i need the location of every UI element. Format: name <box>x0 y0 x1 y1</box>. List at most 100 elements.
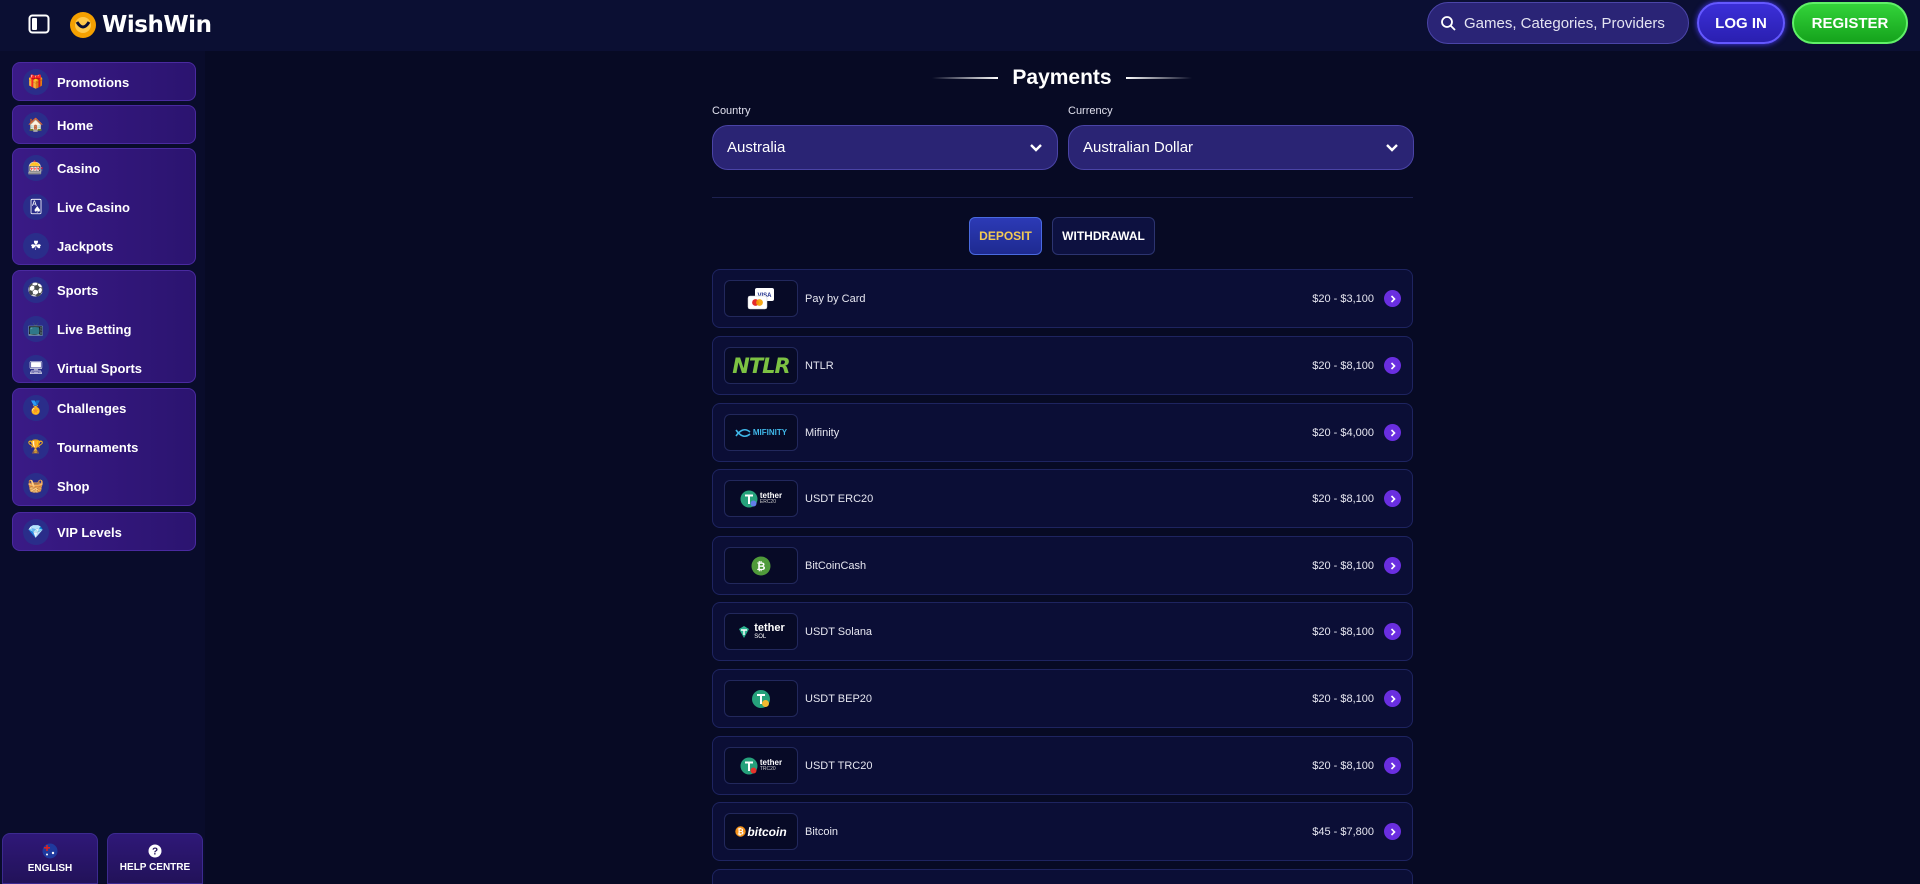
country-select[interactable]: Australia <box>712 125 1058 170</box>
nav-group-casino: 🎰 Casino 🂡 Live Casino ☘ Jackpots <box>12 148 196 265</box>
nav-group-challenges: 🏅 Challenges 🏆 Tournaments 🧺 Shop <box>12 388 196 506</box>
payment-method-name: NTLR <box>805 359 834 372</box>
nav-group-promotions: 🎁 Promotions <box>12 62 196 101</box>
payment-method-row[interactable]: ₿ bitcoin Bitcoin $45 - $7,800 <box>712 802 1413 861</box>
sidebar-toggle-icon[interactable] <box>28 14 50 34</box>
payment-method-range: $20 - $8,100 <box>1312 559 1374 572</box>
payment-method-row[interactable]: MIFINITY Mifinity $20 - $4,000 <box>712 403 1413 462</box>
payment-method-range: $20 - $3,100 <box>1312 292 1374 305</box>
payment-method-name: USDT TRC20 <box>805 759 873 772</box>
chevron-right-icon[interactable] <box>1384 623 1401 640</box>
payment-method-range: $20 - $4,000 <box>1312 426 1374 439</box>
ntlr-logo: NTLR <box>724 347 798 384</box>
sidebar-item-live-betting[interactable]: 📺 Live Betting <box>23 314 131 344</box>
tether-logo-text: tether <box>754 622 785 634</box>
sidebar-item-virtual-sports[interactable]: 🖥 Virtual Sports <box>23 353 142 383</box>
monitor-icon: 🖥 <box>23 355 49 381</box>
tether-icon <box>740 490 758 507</box>
tether-logo-sub: ERC20 <box>759 499 776 505</box>
help-icon: ? <box>148 844 162 858</box>
payment-method-name: USDT ERC20 <box>805 492 874 505</box>
nav-group-sports: ⚽ Sports 📺 Live Betting 🖥 Virtual Sports <box>12 270 196 383</box>
help-centre-button[interactable]: ? HELP CENTRE <box>107 833 203 884</box>
live-icon: 📺 <box>23 316 49 342</box>
sidebar-item-home[interactable]: 🏠 Home <box>23 110 93 140</box>
payment-method-row[interactable]: NTLR NTLR $20 - $8,100 <box>712 336 1413 395</box>
payment-method-row[interactable]: ₿ BitCoinCash $20 - $8,100 <box>712 536 1413 595</box>
nav-group-vip: 💎 VIP Levels <box>12 512 196 551</box>
sidebar-item-label: Casino <box>57 160 101 176</box>
chevron-right-icon[interactable] <box>1384 290 1401 307</box>
slot-machine-icon: 🎰 <box>23 155 49 181</box>
brand-logo[interactable]: WishWin <box>68 6 212 44</box>
chevron-right-icon[interactable] <box>1384 557 1401 574</box>
sidebar-item-shop[interactable]: 🧺 Shop <box>23 471 90 501</box>
ball-icon: ⚽ <box>23 277 49 303</box>
payment-method-row[interactable]: VISA Pay by Card $20 - $3,100 <box>712 269 1413 328</box>
search-input[interactable] <box>1464 14 1674 32</box>
sidebar-item-label: Jackpots <box>57 238 114 254</box>
chevron-right-icon[interactable] <box>1384 823 1401 840</box>
tether-sol-wordmark: tether SOL <box>754 622 785 641</box>
language-button[interactable]: ENGLISH <box>2 833 98 884</box>
sidebar-item-label: Promotions <box>57 74 130 90</box>
sidebar-item-tournaments[interactable]: 🏆 Tournaments <box>23 432 138 462</box>
title-decoration-right <box>1125 77 1192 79</box>
payment-method-range: $20 - $8,100 <box>1312 492 1374 505</box>
tether-logo-sub: SOL <box>754 634 767 640</box>
currency-value: Australian Dollar <box>1083 139 1194 156</box>
country-label: Country <box>712 105 751 117</box>
sidebar-item-promotions[interactable]: 🎁 Promotions <box>23 67 129 97</box>
bitcoincash-logo: ₿ <box>724 547 798 584</box>
chevron-right-icon[interactable] <box>1384 490 1401 507</box>
tether-erc20-wordmark: tether ERC20 <box>760 492 782 505</box>
sidebar-item-vip-levels[interactable]: 💎 VIP Levels <box>23 517 122 547</box>
chevron-right-icon[interactable] <box>1384 690 1401 707</box>
payment-method-row[interactable]: tether SOL USDT Solana $20 - $8,100 <box>712 602 1413 661</box>
sidebar-item-label: Shop <box>57 478 90 494</box>
sidebar: 🎁 Promotions 🏠 Home 🎰 Casino 🂡 Live Casi… <box>0 51 205 884</box>
tab-withdrawal[interactable]: WITHDRAWAL <box>1052 217 1155 255</box>
australia-flag-icon <box>42 843 58 859</box>
payment-method-row[interactable]: tether TRC20 USDT TRC20 $20 - $8,100 <box>712 736 1413 795</box>
payment-method-name: BitCoinCash <box>805 559 867 572</box>
sidebar-item-label: Live Betting <box>57 321 132 337</box>
payment-method-name: Pay by Card <box>805 292 866 305</box>
home-icon: 🏠 <box>23 112 49 138</box>
sidebar-item-challenges[interactable]: 🏅 Challenges <box>23 393 126 423</box>
payment-method-row[interactable]: USDT BEP20 $20 - $8,100 <box>712 669 1413 728</box>
search-box[interactable] <box>1427 2 1689 44</box>
sidebar-item-jackpots[interactable]: ☘ Jackpots <box>23 231 113 261</box>
tether-trc20-logo: tether TRC20 <box>724 747 798 784</box>
language-label: ENGLISH <box>27 863 73 874</box>
sidebar-item-casino[interactable]: 🎰 Casino <box>23 153 100 183</box>
currency-select[interactable]: Australian Dollar <box>1068 125 1414 170</box>
sidebar-item-label: Virtual Sports <box>57 360 143 376</box>
payment-method-range: $20 - $8,100 <box>1312 359 1374 372</box>
register-button[interactable]: REGISTER <box>1792 2 1908 44</box>
payment-method-row[interactable]: tether ERC20 USDT ERC20 $20 - $8,100 <box>712 469 1413 528</box>
country-value: Australia <box>727 139 786 156</box>
sidebar-item-live-casino[interactable]: 🂡 Live Casino <box>23 192 130 222</box>
sidebar-item-sports[interactable]: ⚽ Sports <box>23 275 98 305</box>
ntlr-logo-text: NTLR <box>732 353 790 378</box>
sidebar-item-label: Live Casino <box>57 199 130 215</box>
sidebar-item-label: Tournaments <box>57 439 139 455</box>
title-decoration-left <box>932 77 999 79</box>
payment-method-name: USDT BEP20 <box>805 692 873 705</box>
chevron-right-icon[interactable] <box>1384 757 1401 774</box>
sidebar-item-label: Home <box>57 117 94 133</box>
tether-sol-logo: tether SOL <box>724 613 798 650</box>
payment-method-row-partial[interactable] <box>712 869 1413 884</box>
chevron-right-icon[interactable] <box>1384 424 1401 441</box>
page-title: Payments <box>1012 66 1112 89</box>
search-icon <box>1441 16 1456 31</box>
page-title-area: Payments <box>712 60 1412 96</box>
payment-method-name: USDT Solana <box>805 625 873 638</box>
login-button[interactable]: LOG IN <box>1697 2 1785 44</box>
chevron-right-icon[interactable] <box>1384 357 1401 374</box>
payment-method-range: $20 - $8,100 <box>1312 625 1374 638</box>
basket-icon: 🧺 <box>23 473 49 499</box>
sidebar-item-label: Sports <box>57 282 99 298</box>
tab-deposit[interactable]: DEPOSIT <box>969 217 1042 255</box>
